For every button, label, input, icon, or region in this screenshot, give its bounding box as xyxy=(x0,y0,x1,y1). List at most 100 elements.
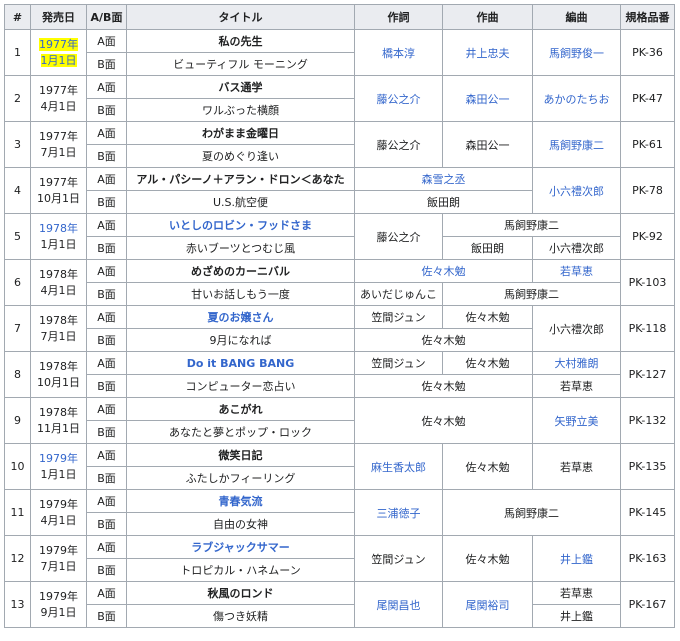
composer-link[interactable]: 井上忠夫 xyxy=(466,47,510,60)
arranger-link[interactable]: 小六禮次郎 xyxy=(549,185,604,198)
arranger-cell[interactable]: 大村雅朗 xyxy=(532,351,621,375)
composer-link[interactable]: 森田公一 xyxy=(466,93,510,106)
composer-cell: 佐々木勉 xyxy=(442,351,533,375)
arranger-cell[interactable]: 馬飼野康二 xyxy=(532,121,621,168)
a-side-title: 私の先生 xyxy=(126,29,355,53)
lyricist-link[interactable]: 藤公之介 xyxy=(377,93,421,106)
catalog-number: PK-103 xyxy=(620,259,675,306)
release-year-link[interactable]: 1979年 xyxy=(39,452,78,465)
side-label: B面 xyxy=(86,604,127,628)
side-label: A面 xyxy=(86,167,127,191)
composer-link[interactable]: 尾関裕司 xyxy=(466,599,510,612)
lyricist-composer-link[interactable]: 森雪之丞 xyxy=(422,173,466,186)
side-label: B面 xyxy=(86,558,127,582)
side-label: A面 xyxy=(86,121,127,145)
lyricist-composer-cell[interactable]: 森雪之丞 xyxy=(354,167,533,191)
side-label: B面 xyxy=(86,420,127,444)
a-side-title-link[interactable]: Do it BANG BANG xyxy=(126,351,355,375)
row-number: 4 xyxy=(4,167,31,214)
arranger-cell[interactable]: 井上鑑 xyxy=(532,535,621,582)
row-number: 12 xyxy=(4,535,31,582)
lyricist-cell: 藤公之介 xyxy=(354,121,443,168)
composer-cell[interactable]: 井上忠夫 xyxy=(442,29,533,76)
table-row: 1 1977年 1月1日 A面 私の先生 橋本淳 井上忠夫 馬飼野俊一 PK-3… xyxy=(4,29,675,76)
arranger-link[interactable]: 大村雅朗 xyxy=(555,357,599,370)
composer-cell[interactable]: 尾関裕司 xyxy=(442,581,533,628)
b-side-title: ワルぶった横顔 xyxy=(126,98,355,122)
side-label: B面 xyxy=(86,236,127,260)
header-catalog[interactable]: 規格品番 xyxy=(620,4,675,30)
lyricist-cell[interactable]: 三浦徳子 xyxy=(354,489,443,536)
lyricist-composer-link[interactable]: 佐々木勉 xyxy=(422,265,466,278)
arranger-link[interactable]: あかのたちお xyxy=(544,93,610,106)
arranger-cell[interactable]: あかのたちお xyxy=(532,75,621,122)
side-label: B面 xyxy=(86,328,127,352)
release-day: 7月1日 xyxy=(40,145,77,159)
lyricist-cell[interactable]: 藤公之介 xyxy=(354,75,443,122)
lyricist-cell[interactable]: 麻生香太郎 xyxy=(354,443,443,490)
header-composer[interactable]: 作曲 xyxy=(442,4,533,30)
arranger-cell[interactable]: 若草恵 xyxy=(532,259,621,283)
release-date: 1979年 4月1日 xyxy=(30,489,87,536)
lyricist-composer-cell: 佐々木勉 xyxy=(354,374,533,398)
side-label: B面 xyxy=(86,144,127,168)
side-label: B面 xyxy=(86,282,127,306)
release-year-link[interactable]: 1978年 xyxy=(39,222,78,235)
composer-cell: 森田公一 xyxy=(442,121,533,168)
a-side-title[interactable]: 青春気流 xyxy=(219,495,263,508)
row-number: 8 xyxy=(4,351,31,398)
arranger-link[interactable]: 井上鑑 xyxy=(560,553,593,566)
row-number: 6 xyxy=(4,259,31,306)
a-side-title[interactable]: いとしのロビン・フッドさま xyxy=(169,219,312,232)
a-side-title-link[interactable]: 青春気流 xyxy=(126,489,355,513)
header-arranger[interactable]: 編曲 xyxy=(532,4,621,30)
a-side-title: めざめのカーニバル xyxy=(126,259,355,283)
arranger-link[interactable]: 馬飼野康二 xyxy=(549,139,604,152)
lyricist-cell[interactable]: 橋本淳 xyxy=(354,29,443,76)
side-label: A面 xyxy=(86,443,127,467)
table-row: 7 1978年 7月1日 A面 夏のお嬢さん 笠間ジュン 佐々木勉 小六禮次郎 … xyxy=(4,305,675,352)
composer-cell[interactable]: 森田公一 xyxy=(442,75,533,122)
header-side[interactable]: A/B面 xyxy=(86,4,127,30)
header-date[interactable]: 発売日 xyxy=(30,4,87,30)
a-side-title[interactable]: Do it BANG BANG xyxy=(187,357,294,370)
a-side-title-link[interactable]: ラブジャックサマー xyxy=(126,535,355,559)
arranger-cell[interactable]: 馬飼野俊一 xyxy=(532,29,621,76)
header-lyrics[interactable]: 作詞 xyxy=(354,4,443,30)
release-date[interactable]: 1979年 1月1日 xyxy=(30,443,87,490)
side-label: A面 xyxy=(86,581,127,605)
arranger-cell[interactable]: 矢野立美 xyxy=(532,397,621,444)
arranger-link[interactable]: 矢野立美 xyxy=(555,415,599,428)
lyricist-composer-cell[interactable]: 佐々木勉 xyxy=(354,259,533,283)
lyricist-link[interactable]: 橋本淳 xyxy=(382,47,415,60)
a-side-title[interactable]: 夏のお嬢さん xyxy=(208,311,274,324)
side-label: B面 xyxy=(86,98,127,122)
a-side-title-link[interactable]: いとしのロビン・フッドさま xyxy=(126,213,355,237)
composer-cell: 飯田朗 xyxy=(442,236,533,260)
arranger-cell[interactable]: 小六禮次郎 xyxy=(532,167,621,214)
a-side-title-link[interactable]: 夏のお嬢さん xyxy=(126,305,355,329)
side-label: A面 xyxy=(86,397,127,421)
header-num[interactable]: # xyxy=(4,4,31,30)
side-label: B面 xyxy=(86,374,127,398)
release-date[interactable]: 1978年 1月1日 xyxy=(30,213,87,260)
row-number: 11 xyxy=(4,489,31,536)
arranger-link[interactable]: 馬飼野俊一 xyxy=(549,47,604,60)
a-side-title[interactable]: ラブジャックサマー xyxy=(191,541,289,554)
release-date: 1978年 10月1日 xyxy=(30,351,87,398)
arranger-cell: 若草恵 xyxy=(532,374,621,398)
lyricist-link[interactable]: 麻生香太郎 xyxy=(371,461,426,474)
release-date[interactable]: 1977年 1月1日 xyxy=(30,29,87,76)
header-title[interactable]: タイトル xyxy=(126,4,355,30)
arranger-link[interactable]: 若草恵 xyxy=(560,265,593,278)
release-day-link[interactable]: 1月1日 xyxy=(40,53,77,67)
composer-cell: 佐々木勉 xyxy=(442,305,533,329)
b-side-title: 自由の女神 xyxy=(126,512,355,536)
release-year-link[interactable]: 1977年 xyxy=(39,37,78,51)
lyricist-link[interactable]: 三浦徳子 xyxy=(377,507,421,520)
row-number: 9 xyxy=(4,397,31,444)
composer-arranger-cell: 馬飼野康二 xyxy=(442,282,621,306)
lyricist-link[interactable]: 尾関昌也 xyxy=(377,599,421,612)
release-date: 1978年 7月1日 xyxy=(30,305,87,352)
lyricist-cell[interactable]: 尾関昌也 xyxy=(354,581,443,628)
